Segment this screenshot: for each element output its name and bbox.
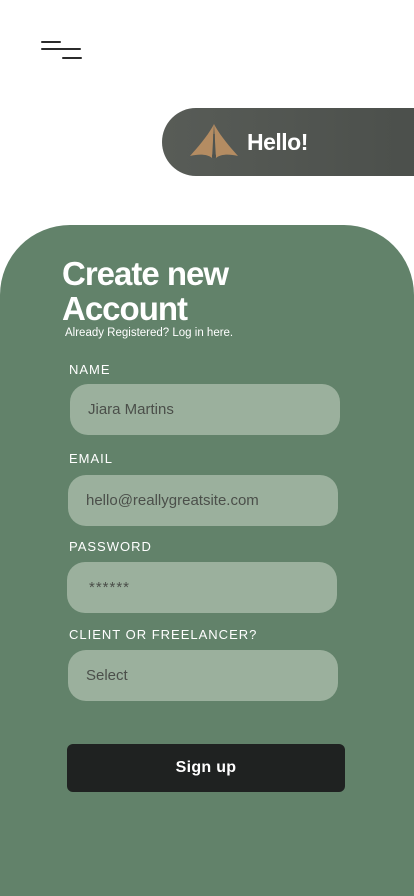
password-label: PASSWORD (69, 539, 152, 554)
menu-bar-middle (41, 48, 81, 50)
email-field[interactable]: hello@reallygreatsite.com (68, 475, 338, 526)
greeting-text: Hello! (247, 129, 308, 155)
signup-screen: Hello! Create new Account Already Regist… (0, 0, 414, 896)
menu-bar-top (41, 41, 61, 43)
title-line-1: Create new (62, 255, 229, 292)
role-select[interactable]: Select (68, 650, 338, 701)
hamburger-menu-icon[interactable] (40, 40, 84, 62)
name-field[interactable]: Jiara Martins (70, 384, 340, 435)
name-label: NAME (69, 362, 111, 377)
role-label: CLIENT OR FREELANCER? (69, 627, 258, 642)
page-title: Create new Account (62, 256, 322, 326)
email-label: EMAIL (69, 451, 114, 466)
menu-bar-bottom (62, 57, 82, 59)
title-line-2: Account (62, 290, 188, 327)
hello-banner: Hello! (162, 108, 414, 176)
password-field[interactable]: ****** (67, 562, 337, 613)
signup-button[interactable]: Sign up (67, 744, 345, 792)
leaf-logo-icon (190, 124, 238, 158)
login-link[interactable]: Already Registered? Log in here. (65, 325, 233, 341)
